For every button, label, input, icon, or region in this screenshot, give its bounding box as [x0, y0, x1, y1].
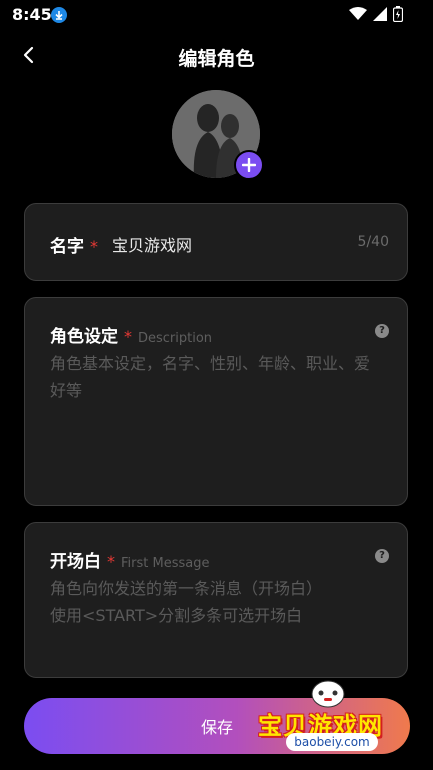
required-mark: *	[124, 327, 132, 346]
wifi-icon	[349, 7, 367, 20]
status-time: 8:45	[12, 5, 52, 24]
battery-icon	[393, 6, 403, 22]
help-icon[interactable]: ?	[375, 549, 389, 563]
download-icon	[51, 7, 67, 23]
name-input[interactable]: 宝贝游戏网	[112, 232, 192, 256]
status-icons	[349, 6, 403, 22]
first-message-input[interactable]: 角色向你发送的第一条消息（开场白） 使用<START>分割多条可选开场白	[50, 575, 380, 629]
first-message-label: 开场白 * First Message	[50, 547, 209, 572]
page-title: 编辑角色	[178, 48, 255, 70]
description-input[interactable]: 角色基本设定，名字、性别、年龄、职业、爱好等	[50, 350, 380, 404]
help-icon[interactable]: ?	[375, 324, 389, 338]
avatar-section[interactable]	[172, 90, 264, 180]
first-message-label-text: 开场白	[50, 552, 101, 572]
first-message-placeholder-line2: 使用<START>分割多条可选开场白	[50, 606, 303, 625]
description-label: 角色设定 * Description	[50, 322, 212, 347]
name-label-text: 名字	[50, 237, 84, 257]
name-label: 名字 *	[50, 232, 98, 257]
status-bar: 8:45	[0, 0, 433, 30]
name-counter: 5/40	[357, 234, 389, 250]
watermark-url: baobeiy.com	[286, 733, 378, 751]
description-field[interactable]: 角色设定 * Description ? 角色基本设定，名字、性别、年龄、职业、爱好…	[24, 297, 408, 506]
name-field[interactable]: 名字 * 宝贝游戏网 5/40	[24, 203, 408, 281]
signal-icon	[373, 7, 387, 21]
watermark: 宝贝游戏网 baobeiy.com	[258, 676, 408, 758]
description-sublabel: Description	[138, 331, 213, 346]
mascot-icon	[311, 680, 345, 708]
first-message-sublabel: First Message	[121, 556, 210, 571]
description-label-text: 角色设定	[50, 327, 118, 347]
header: 编辑角色	[0, 38, 433, 74]
plus-icon	[242, 158, 256, 172]
first-message-field[interactable]: 开场白 * First Message ? 角色向你发送的第一条消息（开场白） 使用…	[24, 522, 408, 678]
required-mark: *	[107, 552, 115, 571]
required-mark: *	[90, 237, 98, 256]
first-message-placeholder-line1: 角色向你发送的第一条消息（开场白）	[50, 579, 323, 598]
add-avatar-button[interactable]	[234, 150, 264, 180]
